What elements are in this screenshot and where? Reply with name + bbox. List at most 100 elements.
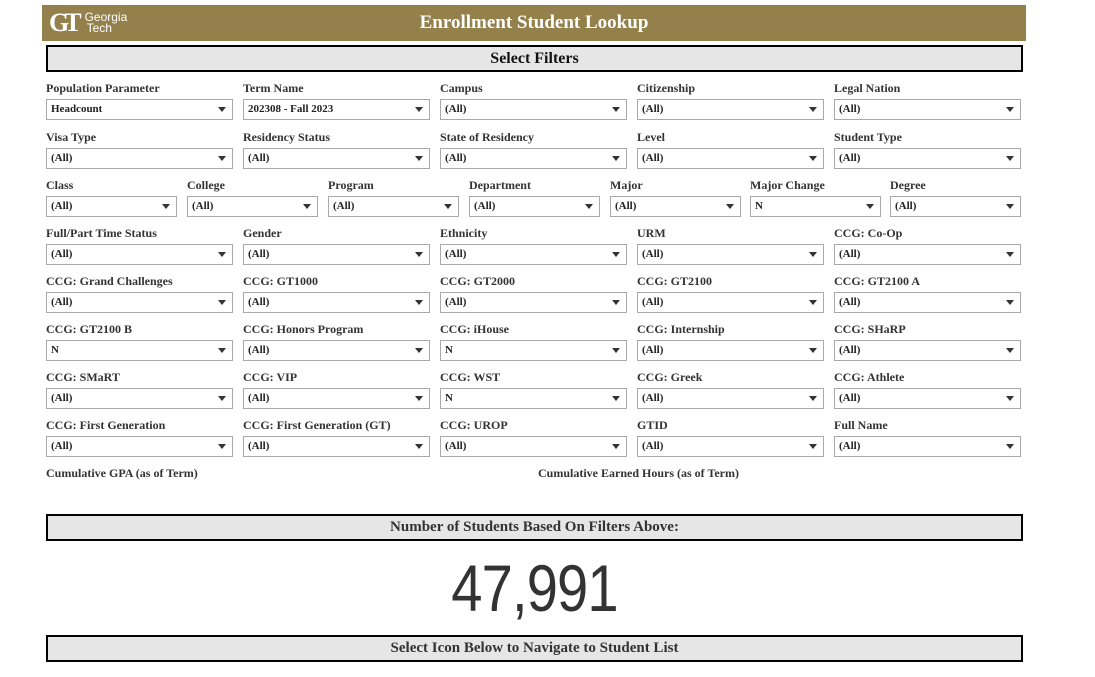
- full-part-time-status-dropdown[interactable]: (All): [46, 244, 233, 265]
- caret-down-icon[interactable]: [415, 156, 423, 161]
- urm-dropdown[interactable]: (All): [637, 244, 824, 265]
- filter-ccg-vip: CCG: VIP (All): [243, 370, 430, 409]
- filter-label: CCG: UROP: [440, 418, 508, 432]
- ccg-co-op-dropdown[interactable]: (All): [834, 244, 1021, 265]
- caret-down-icon[interactable]: [866, 204, 874, 209]
- caret-down-icon[interactable]: [218, 300, 226, 305]
- filter-full-name: Full Name (All): [834, 418, 1021, 457]
- ccg-wst-dropdown[interactable]: N: [440, 388, 627, 409]
- dropdown-value: (All): [445, 248, 467, 260]
- gtid-dropdown[interactable]: (All): [637, 436, 824, 457]
- ccg-gt2000-dropdown[interactable]: (All): [440, 292, 627, 313]
- caret-down-icon[interactable]: [415, 252, 423, 257]
- ccg-greek-dropdown[interactable]: (All): [637, 388, 824, 409]
- ethnicity-dropdown[interactable]: (All): [440, 244, 627, 265]
- caret-down-icon[interactable]: [612, 107, 620, 112]
- ccg-sharp-dropdown[interactable]: (All): [834, 340, 1021, 361]
- caret-down-icon[interactable]: [726, 204, 734, 209]
- filter-degree: Degree (All): [890, 178, 1021, 217]
- caret-down-icon[interactable]: [415, 444, 423, 449]
- college-dropdown[interactable]: (All): [187, 196, 318, 217]
- dropdown-value: (All): [839, 344, 861, 356]
- ccg-gt2100-b-dropdown[interactable]: N: [46, 340, 233, 361]
- caret-down-icon[interactable]: [415, 300, 423, 305]
- caret-down-icon[interactable]: [1006, 252, 1014, 257]
- caret-down-icon[interactable]: [612, 396, 620, 401]
- dropdown-value: N: [755, 200, 763, 212]
- caret-down-icon[interactable]: [415, 107, 423, 112]
- ccg-urop-dropdown[interactable]: (All): [440, 436, 627, 457]
- ccg-first-generation-gt-dropdown[interactable]: (All): [243, 436, 430, 457]
- caret-down-icon[interactable]: [585, 204, 593, 209]
- caret-down-icon[interactable]: [218, 107, 226, 112]
- residency-status-dropdown[interactable]: (All): [243, 148, 430, 169]
- caret-down-icon[interactable]: [612, 252, 620, 257]
- ccg-gt1000-dropdown[interactable]: (All): [243, 292, 430, 313]
- full-name-dropdown[interactable]: (All): [834, 436, 1021, 457]
- visa-type-dropdown[interactable]: (All): [46, 148, 233, 169]
- ccg-smart-dropdown[interactable]: (All): [46, 388, 233, 409]
- filter-ccg-first-generation-gt: CCG: First Generation (GT) (All): [243, 418, 430, 457]
- caret-down-icon[interactable]: [1006, 444, 1014, 449]
- caret-down-icon[interactable]: [809, 156, 817, 161]
- degree-dropdown[interactable]: (All): [890, 196, 1021, 217]
- caret-down-icon[interactable]: [1006, 156, 1014, 161]
- filter-program: Program (All): [328, 178, 459, 217]
- caret-down-icon[interactable]: [444, 204, 452, 209]
- student-type-dropdown[interactable]: (All): [834, 148, 1021, 169]
- population-parameter-dropdown[interactable]: Headcount: [46, 99, 233, 120]
- dropdown-value: (All): [839, 248, 861, 260]
- caret-down-icon[interactable]: [809, 444, 817, 449]
- caret-down-icon[interactable]: [612, 300, 620, 305]
- dropdown-value: (All): [642, 248, 664, 260]
- campus-dropdown[interactable]: (All): [440, 99, 627, 120]
- caret-down-icon[interactable]: [809, 107, 817, 112]
- department-dropdown[interactable]: (All): [469, 196, 600, 217]
- citizenship-dropdown[interactable]: (All): [637, 99, 824, 120]
- caret-down-icon[interactable]: [415, 348, 423, 353]
- caret-down-icon[interactable]: [218, 156, 226, 161]
- filter-label: CCG: Co-Op: [834, 226, 903, 240]
- filter-label: Student Type: [834, 130, 902, 144]
- caret-down-icon[interactable]: [612, 444, 620, 449]
- ccg-grand-challenges-dropdown[interactable]: (All): [46, 292, 233, 313]
- program-dropdown[interactable]: (All): [328, 196, 459, 217]
- term-name-dropdown[interactable]: 202308 - Fall 2023: [243, 99, 430, 120]
- ccg-ihouse-dropdown[interactable]: N: [440, 340, 627, 361]
- legal-nation-dropdown[interactable]: (All): [834, 99, 1021, 120]
- caret-down-icon[interactable]: [218, 444, 226, 449]
- caret-down-icon[interactable]: [218, 396, 226, 401]
- caret-down-icon[interactable]: [218, 252, 226, 257]
- caret-down-icon[interactable]: [1006, 348, 1014, 353]
- caret-down-icon[interactable]: [809, 348, 817, 353]
- caret-down-icon[interactable]: [162, 204, 170, 209]
- caret-down-icon[interactable]: [218, 348, 226, 353]
- caret-down-icon[interactable]: [1006, 204, 1014, 209]
- gender-dropdown[interactable]: (All): [243, 244, 430, 265]
- caret-down-icon[interactable]: [612, 156, 620, 161]
- caret-down-icon[interactable]: [809, 252, 817, 257]
- ccg-gt2100-dropdown[interactable]: (All): [637, 292, 824, 313]
- caret-down-icon[interactable]: [415, 396, 423, 401]
- dropdown-value: (All): [445, 296, 467, 308]
- class-dropdown[interactable]: (All): [46, 196, 177, 217]
- filter-label: Full Name: [834, 418, 888, 432]
- caret-down-icon[interactable]: [612, 348, 620, 353]
- caret-down-icon[interactable]: [303, 204, 311, 209]
- ccg-vip-dropdown[interactable]: (All): [243, 388, 430, 409]
- level-dropdown[interactable]: (All): [637, 148, 824, 169]
- major-change-dropdown[interactable]: N: [750, 196, 881, 217]
- ccg-gt2100-a-dropdown[interactable]: (All): [834, 292, 1021, 313]
- caret-down-icon[interactable]: [809, 396, 817, 401]
- state-of-residency-dropdown[interactable]: (All): [440, 148, 627, 169]
- caret-down-icon[interactable]: [1006, 107, 1014, 112]
- ccg-internship-dropdown[interactable]: (All): [637, 340, 824, 361]
- caret-down-icon[interactable]: [1006, 300, 1014, 305]
- ccg-honors-program-dropdown[interactable]: (All): [243, 340, 430, 361]
- ccg-first-generation-dropdown[interactable]: (All): [46, 436, 233, 457]
- ccg-athlete-dropdown[interactable]: (All): [834, 388, 1021, 409]
- dropdown-value: (All): [642, 440, 664, 452]
- major-dropdown[interactable]: (All): [610, 196, 741, 217]
- caret-down-icon[interactable]: [1006, 396, 1014, 401]
- caret-down-icon[interactable]: [809, 300, 817, 305]
